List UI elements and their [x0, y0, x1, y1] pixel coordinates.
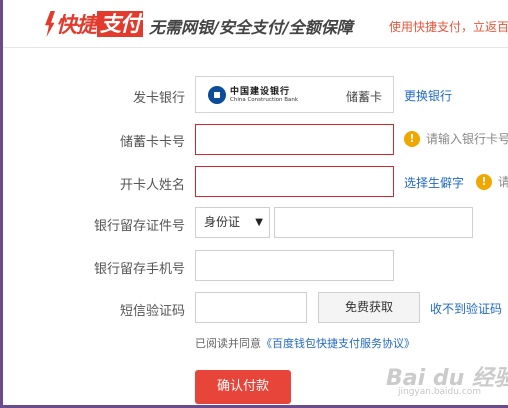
warning-icon: ! — [476, 173, 492, 190]
logo-text-2: 支付 — [97, 11, 143, 37]
card-number-warning-text: 请输入银行卡号 — [426, 132, 508, 146]
phone-input[interactable] — [195, 250, 394, 281]
ccb-logo-icon — [208, 86, 226, 104]
agreement-prefix: 已阅读并同意 — [195, 337, 261, 350]
get-code-button[interactable]: 免费获取 — [318, 292, 420, 323]
agreement-line: 已阅读并同意《百度钱包快捷支付服务协议》 — [195, 335, 415, 351]
logo-text-1: 快捷 — [56, 13, 97, 37]
holder-name-input[interactable] — [195, 166, 394, 197]
sms-label: 短信验证码 — [119, 304, 185, 319]
lightning-icon — [45, 11, 55, 37]
id-number-input[interactable] — [274, 207, 473, 238]
bank-label: 发卡银行 — [132, 91, 185, 106]
id-type-value: 身份证 — [204, 215, 241, 229]
card-number-input[interactable] — [195, 124, 394, 155]
bank-name-en: China Construction Bank — [230, 97, 299, 103]
holder-name-warning-text: 请 — [498, 175, 508, 189]
card-number-warning: ! 请输入银行卡号 — [404, 130, 508, 147]
holder-name-warning: ! 请 — [476, 173, 508, 190]
card-type: 储蓄卡 — [346, 90, 383, 104]
agreement-link[interactable]: 《百度钱包快捷支付服务协议》 — [261, 337, 415, 350]
promo-text: 使用快捷支付，立返百 — [389, 20, 508, 34]
warning-icon: ! — [404, 130, 420, 147]
sms-code-input[interactable] — [195, 292, 307, 323]
phone-label: 银行留存手机号 — [93, 262, 185, 277]
confirm-payment-button[interactable]: 确认付款 — [195, 370, 291, 404]
holder-name-label: 开卡人姓名 — [119, 178, 185, 193]
change-bank-link[interactable]: 更换银行 — [404, 87, 452, 104]
not-received-link[interactable]: 收不到验证码 — [430, 300, 502, 317]
card-number-label: 储蓄卡卡号 — [119, 135, 185, 150]
id-number-label: 银行留存证件号 — [93, 219, 185, 234]
quickpay-logo: 快捷 支付 — [45, 10, 143, 38]
dropdown-arrow-icon: ▼ — [255, 217, 263, 228]
rare-char-link[interactable]: 选择生僻字 — [404, 174, 464, 191]
bank-name-cn: 中国建设银行 — [230, 87, 291, 97]
bank-display: 中国建设银行 China Construction Bank 储蓄卡 — [195, 76, 394, 113]
header: 快捷 支付 无需网银/安全支付/全额保障 使用快捷支付，立返百 — [3, 0, 508, 48]
id-type-select[interactable]: 身份证 ▼ — [195, 207, 270, 238]
baidu-watermark-url: jingyan.baidu.com — [398, 387, 482, 397]
header-slogan: 无需网银/安全支付/全额保障 — [149, 18, 353, 37]
